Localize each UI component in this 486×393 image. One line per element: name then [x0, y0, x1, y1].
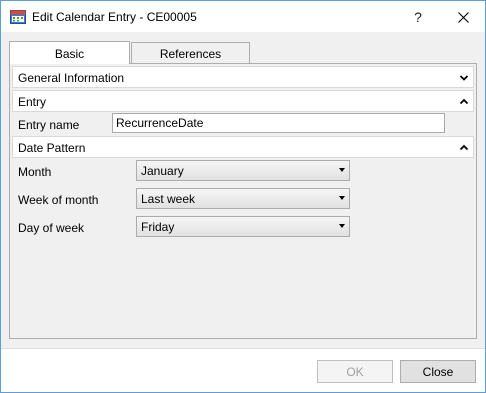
- chevron-up-icon[interactable]: [459, 97, 469, 107]
- month-dropdown[interactable]: January: [136, 160, 350, 181]
- entry-name-input[interactable]: RecurrenceDate: [112, 113, 445, 133]
- month-dropdown-value: January: [141, 164, 184, 178]
- dropdown-arrow-icon: [339, 224, 345, 228]
- week-of-month-dropdown-value: Last week: [141, 192, 196, 206]
- tab-panel-basic: General Information Entry Entry name Rec…: [9, 63, 477, 339]
- close-button[interactable]: Close: [400, 360, 476, 383]
- tab-basic[interactable]: Basic: [9, 41, 130, 64]
- section-entry-label: Entry: [18, 95, 47, 109]
- window-close-button[interactable]: [444, 3, 482, 31]
- window-title: Edit Calendar Entry - CE00005: [32, 10, 197, 24]
- chevron-down-icon[interactable]: [459, 73, 469, 83]
- section-general-information-label: General Information: [18, 71, 125, 85]
- dropdown-arrow-icon: [339, 168, 345, 172]
- close-icon: [457, 11, 469, 23]
- section-general-information[interactable]: General Information: [12, 66, 474, 88]
- entry-name-label: Entry name: [18, 118, 80, 132]
- footer-divider: [1, 348, 485, 349]
- section-date-pattern[interactable]: Date Pattern: [12, 136, 474, 158]
- calendar-app-icon: [10, 10, 26, 24]
- section-date-pattern-label: Date Pattern: [18, 141, 86, 155]
- help-button[interactable]: ?: [399, 3, 437, 31]
- day-of-week-label: Day of week: [18, 221, 85, 235]
- week-of-month-label: Week of month: [18, 193, 99, 207]
- dialog-body: Basic References General Information Ent…: [1, 32, 485, 348]
- title-bar[interactable]: Edit Calendar Entry - CE00005 ?: [1, 1, 485, 32]
- week-of-month-dropdown[interactable]: Last week: [136, 188, 350, 209]
- section-entry[interactable]: Entry: [12, 90, 474, 112]
- tab-basic-label: Basic: [54, 47, 85, 61]
- tab-references[interactable]: References: [131, 42, 250, 64]
- day-of-week-dropdown[interactable]: Friday: [136, 216, 350, 237]
- month-label: Month: [18, 165, 52, 179]
- tab-references-label: References: [159, 46, 222, 61]
- ok-button[interactable]: OK: [317, 360, 393, 383]
- dropdown-arrow-icon: [339, 196, 345, 200]
- chevron-up-icon[interactable]: [459, 143, 469, 153]
- day-of-week-dropdown-value: Friday: [141, 220, 175, 234]
- edit-calendar-entry-dialog: Edit Calendar Entry - CE00005 ? Basic Re…: [0, 0, 486, 393]
